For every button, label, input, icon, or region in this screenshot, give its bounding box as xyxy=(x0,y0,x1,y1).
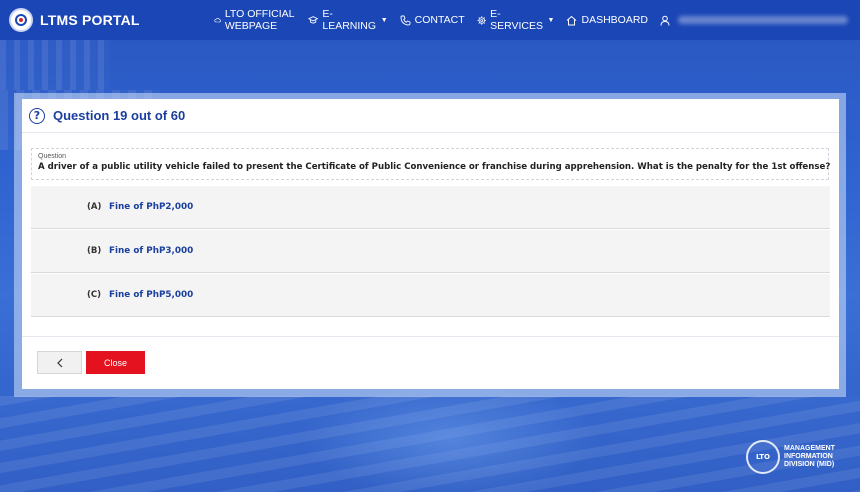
question-mark-icon: ? xyxy=(29,107,45,124)
brand-title: LTMS PORTAL xyxy=(40,12,140,28)
nav-item-label: E-SERVICES xyxy=(490,8,543,32)
brand[interactable]: LTMS PORTAL xyxy=(9,8,140,32)
mid-logo: LTO MANAGEMENT INFORMATION DIVISION (MID… xyxy=(746,440,844,474)
option-letter: (C) xyxy=(87,290,102,300)
panel-header: ? Question 19 out of 60 xyxy=(22,99,839,133)
nav-item-e-learning[interactable]: E-LEARNING ▼ xyxy=(308,8,388,32)
mid-logo-text: MANAGEMENT INFORMATION DIVISION (MID) xyxy=(784,445,844,469)
question-label: Question xyxy=(38,153,67,160)
user-name-redacted xyxy=(678,16,848,24)
question-panel: ? Question 19 out of 60 Question A drive… xyxy=(22,99,839,389)
graduation-cap-icon xyxy=(308,16,319,24)
question-box: Question A driver of a public utility ve… xyxy=(31,148,831,180)
nav-item-contact[interactable]: CONTACT xyxy=(400,14,465,26)
user-icon xyxy=(660,15,670,26)
nav-item-user[interactable] xyxy=(660,15,848,26)
previous-button[interactable] xyxy=(37,351,82,374)
close-button[interactable]: Close xyxy=(86,351,145,374)
nav-item-label: CONTACT xyxy=(414,14,465,26)
caret-down-icon: ▼ xyxy=(380,16,388,24)
mid-emblem-icon: LTO xyxy=(746,440,780,474)
answer-option-b[interactable]: (B) Fine of PhP3,000 xyxy=(31,230,830,273)
top-navbar: LTMS PORTAL LTO OFFICIAL WEBPAGE E-LEARN… xyxy=(0,0,860,40)
caret-down-icon: ▼ xyxy=(547,16,555,24)
nav-item-lto-official-webpage[interactable]: LTO OFFICIAL WEBPAGE xyxy=(214,8,296,32)
answer-option-a[interactable]: (A) Fine of PhP2,000 xyxy=(31,186,830,229)
nav-item-dashboard[interactable]: DASHBOARD xyxy=(566,14,648,26)
lto-logo-icon xyxy=(9,8,33,32)
option-letter: (B) xyxy=(87,246,102,256)
question-text: A driver of a public utility vehicle fai… xyxy=(38,162,831,172)
nav-item-e-services[interactable]: E-SERVICES ▼ xyxy=(477,8,555,32)
option-text: Fine of PhP2,000 xyxy=(109,202,194,212)
main-nav: LTO OFFICIAL WEBPAGE E-LEARNING ▼ CONTAC… xyxy=(214,0,860,40)
gear-icon xyxy=(477,15,486,25)
mid-line-1: MANAGEMENT xyxy=(784,445,835,452)
option-text: Fine of PhP5,000 xyxy=(109,290,194,300)
home-icon xyxy=(567,15,577,25)
mid-line-2: INFORMATION xyxy=(784,453,833,460)
nav-item-label: LTO OFFICIAL WEBPAGE xyxy=(224,8,295,32)
answer-option-c[interactable]: (C) Fine of PhP5,000 xyxy=(31,274,830,317)
panel-footer: Close xyxy=(22,336,839,390)
phone-icon xyxy=(400,15,411,25)
chevron-left-icon xyxy=(56,358,62,367)
cloud-icon xyxy=(214,18,221,23)
question-counter-title: Question 19 out of 60 xyxy=(53,108,186,123)
mid-line-3: DIVISION (MID) xyxy=(784,461,835,468)
option-letter: (A) xyxy=(87,202,102,212)
nav-item-label: DASHBOARD xyxy=(581,14,648,26)
option-text: Fine of PhP3,000 xyxy=(109,246,194,256)
nav-item-label: E-LEARNING xyxy=(322,8,377,32)
answer-options: (A) Fine of PhP2,000 (B) Fine of PhP3,00… xyxy=(31,186,830,318)
